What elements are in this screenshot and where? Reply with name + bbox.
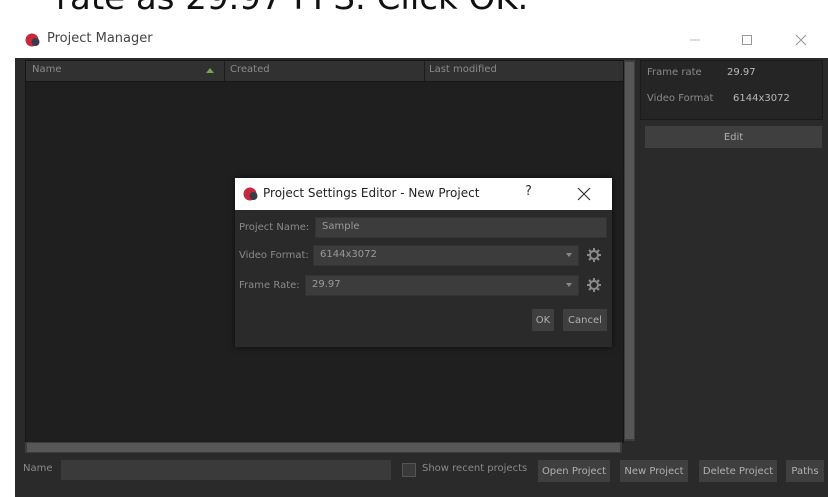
project-info-box: Frame rate 29.97 Video Format 6144x3072	[640, 60, 823, 120]
delete-project-button[interactable]: Delete Project	[698, 459, 778, 483]
open-project-button[interactable]: Open Project	[537, 459, 611, 483]
column-header-name[interactable]: Name	[32, 64, 62, 75]
frame-rate-select[interactable]: 29.97	[305, 275, 579, 296]
vertical-scrollbar-thumb[interactable]	[625, 62, 634, 439]
minimize-icon	[690, 39, 700, 41]
project-settings-dialog: Project Settings Editor - New Project ? …	[235, 178, 612, 347]
show-recent-label: Show recent projects	[422, 463, 528, 474]
close-button[interactable]	[789, 28, 813, 52]
name-filter-label: Name	[23, 463, 53, 474]
bottom-bar: Name Show recent projects Open Project N…	[15, 456, 828, 484]
window-title: Project Manager	[47, 31, 153, 46]
frame-rate-value: 29.97	[727, 67, 756, 78]
frame-rate-label: Frame Rate:	[239, 280, 300, 291]
video-format-label: Video Format	[647, 93, 714, 104]
project-name-input[interactable]: Sample	[315, 217, 607, 238]
dialog-title: Project Settings Editor - New Project	[263, 186, 480, 200]
sort-ascending-icon	[206, 68, 214, 73]
app-logo-icon	[25, 33, 40, 47]
horizontal-scrollbar[interactable]	[25, 442, 622, 453]
gear-icon[interactable]	[587, 248, 601, 262]
cancel-button[interactable]: Cancel	[562, 308, 608, 332]
dialog-titlebar: Project Settings Editor - New Project ?	[235, 178, 612, 210]
video-format-select[interactable]: 6144x3072	[313, 245, 579, 266]
close-icon	[795, 34, 807, 46]
show-recent-checkbox[interactable]	[402, 463, 416, 477]
video-format-selected: 6144x3072	[320, 249, 377, 260]
column-header-created[interactable]: Created	[230, 64, 270, 75]
column-separator[interactable]	[424, 61, 425, 81]
paths-button[interactable]: Paths	[785, 459, 825, 483]
maximize-icon	[742, 35, 752, 45]
window-titlebar: Project Manager	[15, 22, 828, 58]
caption-strip: rate as 29.97 FPS. Click OK.	[0, 0, 828, 18]
video-format-value: 6144x3072	[733, 93, 790, 104]
project-info-panel: Frame rate 29.97 Video Format 6144x3072 …	[640, 60, 828, 485]
ok-button[interactable]: OK	[531, 308, 555, 332]
chevron-down-icon	[566, 253, 572, 257]
gear-icon[interactable]	[587, 278, 601, 292]
list-header: Name Created Last modified	[26, 61, 623, 82]
column-header-last-modified[interactable]: Last modified	[429, 64, 497, 75]
video-format-label: Video Format:	[239, 250, 309, 261]
new-project-button[interactable]: New Project	[619, 459, 689, 483]
minimize-button[interactable]	[683, 28, 707, 52]
project-name-label: Project Name:	[239, 222, 310, 233]
caption-text: rate as 29.97 FPS. Click OK.	[56, 0, 528, 18]
horizontal-scrollbar-thumb[interactable]	[27, 443, 620, 452]
maximize-button[interactable]	[735, 28, 759, 52]
column-separator[interactable]	[224, 61, 225, 81]
project-name-value: Sample	[322, 221, 360, 232]
close-icon[interactable]	[575, 185, 593, 203]
help-icon[interactable]: ?	[525, 184, 532, 199]
frame-rate-selected: 29.97	[312, 279, 341, 290]
vertical-scrollbar[interactable]	[624, 60, 635, 441]
chevron-down-icon	[566, 283, 572, 287]
edit-button[interactable]: Edit	[644, 125, 823, 149]
frame-rate-label: Frame rate	[647, 67, 702, 78]
name-filter-input[interactable]	[60, 459, 392, 481]
app-logo-icon	[243, 187, 258, 201]
